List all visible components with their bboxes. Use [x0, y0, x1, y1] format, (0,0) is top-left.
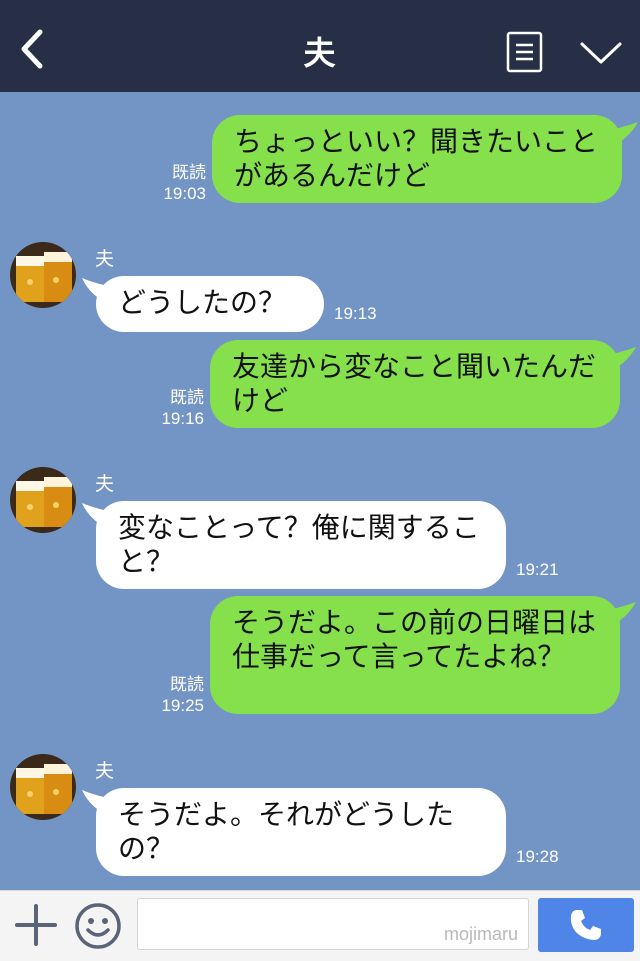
top-bar: 夫 — [0, 0, 640, 92]
message-meta: 既読 19:25 — [148, 674, 204, 716]
watermark: mojimaru — [443, 924, 518, 944]
phone-icon — [570, 910, 601, 940]
message-text: ちょっといい？聞きたいことがあるんだけど — [234, 125, 599, 192]
message-bubble-incoming[interactable]: 変なことって？俺に関すること？ — [96, 501, 506, 589]
input-bar: mojimaru — [0, 890, 640, 961]
avatar[interactable] — [10, 467, 76, 533]
read-status: 既読 — [170, 675, 204, 694]
message-bubble-outgoing[interactable]: 友達から変なこと聞いたんだけど — [210, 340, 620, 428]
beer-avatar-icon — [10, 754, 76, 820]
sender-name: 夫 — [95, 248, 115, 270]
beer-avatar-icon — [10, 467, 76, 533]
call-button[interactable] — [538, 898, 634, 952]
message-meta: 既読 19:16 — [148, 387, 204, 429]
message-text: どうしたの？ — [118, 286, 287, 319]
message-bubble-incoming[interactable]: そうだよ。それがどうしたの？ — [96, 788, 506, 876]
sender-name: 夫 — [95, 760, 115, 782]
sender-name: 夫 — [95, 473, 115, 495]
message-text: そうだよ。それがどうしたの？ — [118, 798, 455, 865]
message-text: そうだよ。この前の日曜日は仕事だって言ってたよね？ — [232, 606, 597, 673]
message-meta: 既読 19:03 — [150, 162, 206, 204]
message-time: 19:13 — [334, 304, 377, 323]
message-time: 19:28 — [516, 847, 559, 866]
message-bubble-outgoing[interactable]: そうだよ。この前の日曜日は仕事だって言ってたよね？ — [210, 596, 620, 714]
document-menu-icon[interactable] — [505, 30, 545, 74]
beer-avatar-icon — [10, 242, 76, 308]
message-bubble-outgoing[interactable]: ちょっといい？聞きたいことがあるんだけど — [212, 115, 622, 203]
smiley-icon[interactable] — [74, 902, 122, 950]
message-text: 友達から変なこと聞いたんだけど — [232, 350, 597, 417]
message-time: 19:03 — [163, 184, 206, 203]
message-time: 19:21 — [516, 560, 559, 579]
avatar[interactable] — [10, 242, 76, 308]
avatar[interactable] — [10, 754, 76, 820]
message-time: 19:16 — [161, 409, 204, 428]
message-time: 19:25 — [161, 696, 204, 715]
plus-icon[interactable] — [14, 903, 58, 947]
message-bubble-incoming[interactable]: どうしたの？ — [96, 276, 324, 332]
read-status: 既読 — [172, 163, 206, 182]
message-input[interactable]: mojimaru — [137, 898, 529, 950]
message-text: 変なことって？俺に関すること？ — [118, 511, 480, 578]
chevron-down-icon[interactable] — [578, 38, 624, 68]
chat-area[interactable]: 既読 19:03 ちょっといい？聞きたいことがあるんだけど 夫 どうしたの？ 1… — [0, 92, 640, 890]
read-status: 既読 — [170, 388, 204, 407]
